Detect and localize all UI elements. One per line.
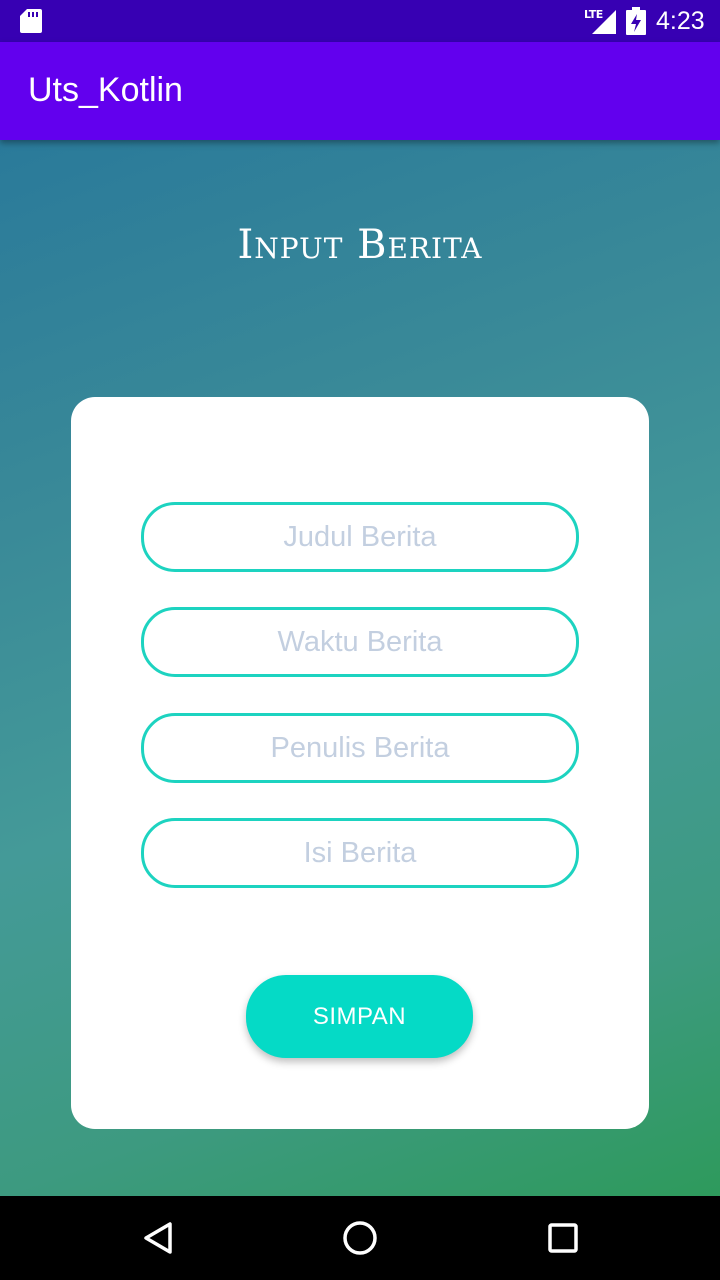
sd-card-icon	[20, 9, 42, 33]
judul-berita-field[interactable]	[141, 502, 579, 572]
recents-icon[interactable]	[541, 1216, 585, 1260]
form-card: SIMPAN	[71, 397, 649, 1129]
isi-berita-field[interactable]	[141, 818, 579, 888]
waktu-berita-input[interactable]	[144, 610, 576, 674]
battery-charging-icon	[626, 7, 646, 35]
waktu-berita-field[interactable]	[141, 607, 579, 677]
page-title: Input Berita	[237, 222, 483, 268]
back-icon[interactable]	[136, 1216, 180, 1260]
save-button[interactable]: SIMPAN	[246, 975, 473, 1058]
clock: 4:23	[656, 7, 705, 35]
judul-berita-input[interactable]	[144, 505, 576, 569]
penulis-berita-input[interactable]	[144, 716, 576, 780]
status-bar: LTE 4:23	[0, 0, 720, 42]
isi-berita-input[interactable]	[144, 821, 576, 885]
app-bar: Uts_Kotlin	[0, 42, 720, 140]
main-content: Input Berita SIMPAN	[0, 140, 720, 1196]
signal-icon	[592, 10, 616, 34]
home-icon[interactable]	[338, 1216, 382, 1260]
app-title: Uts_Kotlin	[28, 71, 183, 109]
penulis-berita-field[interactable]	[141, 713, 579, 783]
navigation-bar	[0, 1196, 720, 1280]
